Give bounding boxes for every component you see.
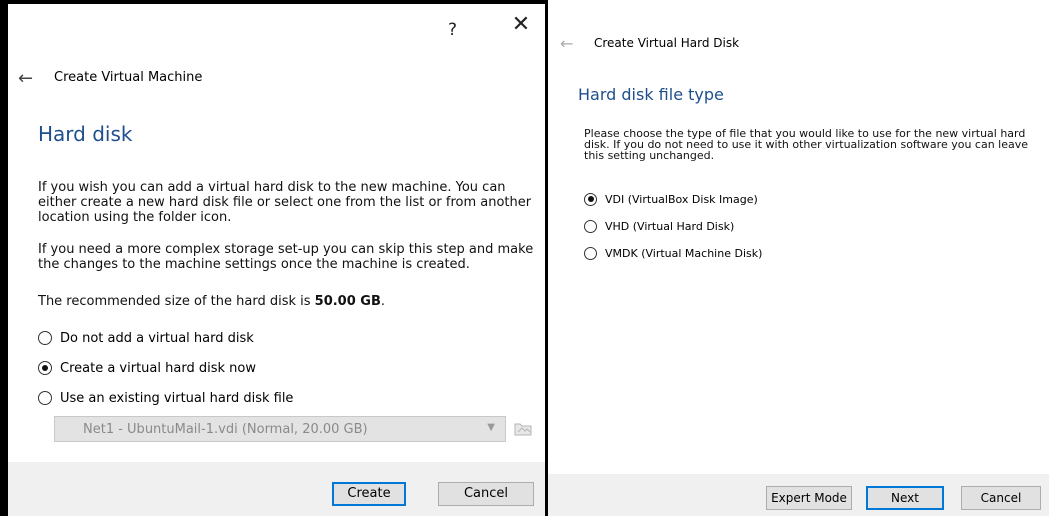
radio-button-selected[interactable]	[584, 192, 597, 206]
next-button[interactable]: Next	[866, 486, 944, 510]
recommended-prefix: The recommended size of the hard disk is	[38, 294, 315, 309]
radio-button[interactable]	[38, 331, 52, 345]
expert-mode-button[interactable]: Expert Mode	[766, 486, 852, 510]
nav-row: ← Create Virtual Hard Disk	[560, 34, 739, 53]
create-vm-dialog: ? ✕ ← Create Virtual Machine Hard disk I…	[8, 4, 545, 516]
close-icon[interactable]: ✕	[506, 12, 536, 37]
radio-button[interactable]	[584, 246, 597, 260]
existing-disk-value: Net1 - UbuntuMail-1.vdi (Normal, 20.00 G…	[83, 422, 368, 437]
radio-button-selected[interactable]	[38, 361, 52, 375]
page-title: Hard disk file type	[578, 85, 724, 104]
radio-existing-disk[interactable]: Use an existing virtual hard disk file	[38, 388, 293, 408]
cancel-button[interactable]: Cancel	[438, 482, 534, 506]
radio-vdi[interactable]: VDI (VirtualBox Disk Image)	[584, 190, 758, 208]
nav-row: ← Create Virtual Machine	[18, 68, 202, 89]
radio-label: VMDK (Virtual Machine Disk)	[605, 246, 763, 260]
page-title: Hard disk	[38, 122, 133, 146]
recommended-size-value: 50.00 GB	[314, 294, 381, 309]
description-text-2: If you need a more complex storage set-u…	[38, 242, 534, 272]
radio-label: Create a virtual hard disk now	[60, 360, 256, 376]
recommended-size-text: The recommended size of the hard disk is…	[38, 294, 538, 309]
description-text: Please choose the type of file that you …	[584, 127, 1029, 162]
recommended-suffix: .	[380, 294, 386, 309]
radio-vhd[interactable]: VHD (Virtual Hard Disk)	[584, 217, 734, 235]
radio-button[interactable]	[584, 219, 597, 233]
create-hard-disk-dialog: ← Create Virtual Hard Disk Hard disk fil…	[548, 0, 1049, 516]
wizard-title: Create Virtual Hard Disk	[594, 36, 740, 50]
folder-icon[interactable]	[513, 418, 533, 438]
existing-disk-select[interactable]: Net1 - UbuntuMail-1.vdi (Normal, 20.00 G…	[54, 416, 506, 442]
combo-arrow-icon: ▼	[487, 422, 495, 433]
radio-label: VHD (Virtual Hard Disk)	[605, 219, 735, 233]
cancel-button[interactable]: Cancel	[961, 486, 1041, 510]
button-bar: Expert Mode Next Cancel	[548, 474, 1049, 516]
radio-label: VDI (VirtualBox Disk Image)	[605, 192, 758, 206]
back-arrow-icon[interactable]: ←	[18, 68, 33, 89]
radio-label: Use an existing virtual hard disk file	[60, 390, 294, 406]
radio-create-disk[interactable]: Create a virtual hard disk now	[38, 358, 256, 378]
radio-label: Do not add a virtual hard disk	[60, 330, 254, 346]
description-text: If you wish you can add a virtual hard d…	[38, 180, 532, 225]
back-arrow-icon[interactable]: ←	[560, 34, 573, 53]
wizard-title: Create Virtual Machine	[54, 70, 203, 85]
title-bar: ? ✕	[8, 4, 545, 52]
help-icon[interactable]: ?	[448, 20, 457, 40]
radio-vmdk[interactable]: VMDK (Virtual Machine Disk)	[584, 244, 762, 262]
radio-no-disk[interactable]: Do not add a virtual hard disk	[38, 328, 254, 348]
create-button[interactable]: Create	[332, 482, 406, 506]
radio-button[interactable]	[38, 391, 52, 405]
button-bar: Create Cancel	[8, 462, 545, 516]
